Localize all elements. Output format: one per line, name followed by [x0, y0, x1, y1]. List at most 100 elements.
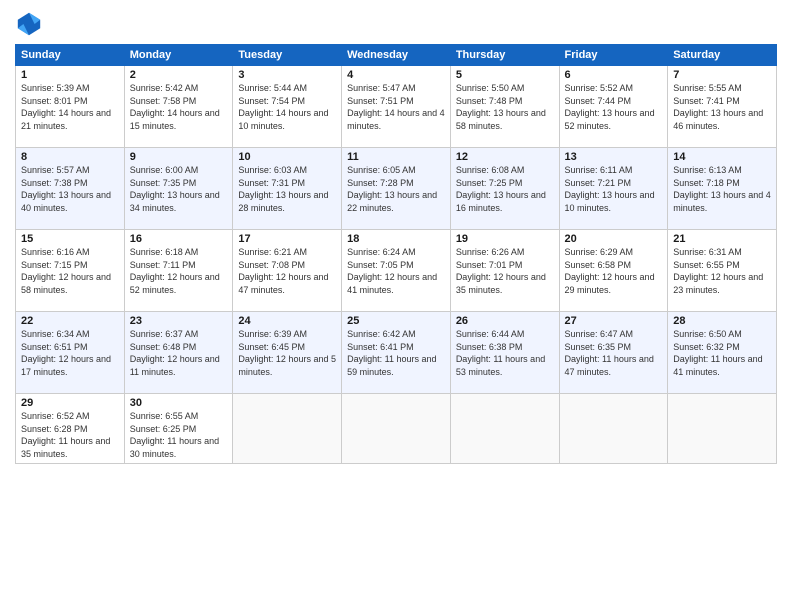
- day-info: Sunset: 7:01 PM: [456, 259, 554, 272]
- day-info: Sunset: 6:35 PM: [565, 341, 663, 354]
- table-cell: 30Sunrise: 6:55 AMSunset: 6:25 PMDayligh…: [124, 394, 233, 464]
- table-cell: 21Sunrise: 6:31 AMSunset: 6:55 PMDayligh…: [668, 230, 777, 312]
- day-info: Sunset: 7:15 PM: [21, 259, 119, 272]
- day-info: Daylight: 14 hours and 10 minutes.: [238, 107, 336, 132]
- day-info: Sunrise: 6:05 AM: [347, 164, 445, 177]
- day-info: Daylight: 12 hours and 35 minutes.: [456, 271, 554, 296]
- day-number: 1: [21, 69, 119, 81]
- day-number: 14: [673, 151, 771, 163]
- day-info: Sunset: 7:44 PM: [565, 95, 663, 108]
- day-info: Sunrise: 5:39 AM: [21, 82, 119, 95]
- day-info: Sunrise: 6:29 AM: [565, 246, 663, 259]
- day-info: Sunset: 7:05 PM: [347, 259, 445, 272]
- day-number: 6: [565, 69, 663, 81]
- day-info: Sunset: 7:21 PM: [565, 177, 663, 190]
- day-info: Daylight: 11 hours and 47 minutes.: [565, 353, 663, 378]
- table-cell: 17Sunrise: 6:21 AMSunset: 7:08 PMDayligh…: [233, 230, 342, 312]
- day-info: Daylight: 11 hours and 53 minutes.: [456, 353, 554, 378]
- table-cell: 28Sunrise: 6:50 AMSunset: 6:32 PMDayligh…: [668, 312, 777, 394]
- day-info: Sunset: 7:28 PM: [347, 177, 445, 190]
- day-number: 28: [673, 315, 771, 327]
- table-cell: 4Sunrise: 5:47 AMSunset: 7:51 PMDaylight…: [342, 66, 451, 148]
- table-cell: 6Sunrise: 5:52 AMSunset: 7:44 PMDaylight…: [559, 66, 668, 148]
- day-info: Sunrise: 6:42 AM: [347, 328, 445, 341]
- day-info: Daylight: 14 hours and 21 minutes.: [21, 107, 119, 132]
- day-number: 23: [130, 315, 228, 327]
- logo: [15, 10, 47, 38]
- table-cell: 26Sunrise: 6:44 AMSunset: 6:38 PMDayligh…: [450, 312, 559, 394]
- table-cell: 19Sunrise: 6:26 AMSunset: 7:01 PMDayligh…: [450, 230, 559, 312]
- header-row: Sunday Monday Tuesday Wednesday Thursday…: [16, 45, 777, 66]
- table-cell: [668, 394, 777, 464]
- day-number: 17: [238, 233, 336, 245]
- day-info: Sunset: 7:51 PM: [347, 95, 445, 108]
- day-info: Daylight: 13 hours and 16 minutes.: [456, 189, 554, 214]
- day-info: Sunset: 7:08 PM: [238, 259, 336, 272]
- table-cell: 29Sunrise: 6:52 AMSunset: 6:28 PMDayligh…: [16, 394, 125, 464]
- day-number: 15: [21, 233, 119, 245]
- day-info: Daylight: 11 hours and 41 minutes.: [673, 353, 771, 378]
- day-info: Daylight: 13 hours and 4 minutes.: [673, 189, 771, 214]
- day-info: Daylight: 12 hours and 41 minutes.: [347, 271, 445, 296]
- day-info: Daylight: 13 hours and 28 minutes.: [238, 189, 336, 214]
- table-cell: 23Sunrise: 6:37 AMSunset: 6:48 PMDayligh…: [124, 312, 233, 394]
- day-info: Sunset: 7:58 PM: [130, 95, 228, 108]
- day-info: Sunrise: 6:00 AM: [130, 164, 228, 177]
- day-info: Sunrise: 6:55 AM: [130, 410, 228, 423]
- day-info: Sunset: 7:35 PM: [130, 177, 228, 190]
- day-number: 29: [21, 397, 119, 409]
- day-number: 12: [456, 151, 554, 163]
- day-info: Sunrise: 6:08 AM: [456, 164, 554, 177]
- day-info: Daylight: 11 hours and 59 minutes.: [347, 353, 445, 378]
- day-number: 3: [238, 69, 336, 81]
- day-info: Sunset: 7:11 PM: [130, 259, 228, 272]
- day-info: Sunrise: 6:44 AM: [456, 328, 554, 341]
- day-number: 11: [347, 151, 445, 163]
- day-info: Sunset: 8:01 PM: [21, 95, 119, 108]
- day-info: Daylight: 14 hours and 15 minutes.: [130, 107, 228, 132]
- day-info: Sunset: 6:48 PM: [130, 341, 228, 354]
- day-info: Sunrise: 5:57 AM: [21, 164, 119, 177]
- calendar-table: Sunday Monday Tuesday Wednesday Thursday…: [15, 44, 777, 464]
- day-info: Daylight: 11 hours and 30 minutes.: [130, 435, 228, 460]
- day-number: 24: [238, 315, 336, 327]
- day-info: Sunset: 7:54 PM: [238, 95, 336, 108]
- day-info: Sunset: 7:41 PM: [673, 95, 771, 108]
- day-info: Sunrise: 5:44 AM: [238, 82, 336, 95]
- table-cell: 22Sunrise: 6:34 AMSunset: 6:51 PMDayligh…: [16, 312, 125, 394]
- col-saturday: Saturday: [668, 45, 777, 66]
- col-tuesday: Tuesday: [233, 45, 342, 66]
- day-info: Sunrise: 5:52 AM: [565, 82, 663, 95]
- calendar-body: 1Sunrise: 5:39 AMSunset: 8:01 PMDaylight…: [16, 66, 777, 464]
- table-cell: [342, 394, 451, 464]
- day-info: Sunset: 7:18 PM: [673, 177, 771, 190]
- table-cell: 2Sunrise: 5:42 AMSunset: 7:58 PMDaylight…: [124, 66, 233, 148]
- table-cell: 8Sunrise: 5:57 AMSunset: 7:38 PMDaylight…: [16, 148, 125, 230]
- day-info: Daylight: 13 hours and 58 minutes.: [456, 107, 554, 132]
- day-info: Sunset: 6:32 PM: [673, 341, 771, 354]
- page: Sunday Monday Tuesday Wednesday Thursday…: [0, 0, 792, 612]
- table-cell: [233, 394, 342, 464]
- col-monday: Monday: [124, 45, 233, 66]
- table-cell: 13Sunrise: 6:11 AMSunset: 7:21 PMDayligh…: [559, 148, 668, 230]
- day-info: Sunset: 7:25 PM: [456, 177, 554, 190]
- day-number: 16: [130, 233, 228, 245]
- day-number: 4: [347, 69, 445, 81]
- day-number: 22: [21, 315, 119, 327]
- day-info: Sunrise: 6:11 AM: [565, 164, 663, 177]
- table-cell: 14Sunrise: 6:13 AMSunset: 7:18 PMDayligh…: [668, 148, 777, 230]
- table-cell: 20Sunrise: 6:29 AMSunset: 6:58 PMDayligh…: [559, 230, 668, 312]
- day-info: Sunset: 6:55 PM: [673, 259, 771, 272]
- day-info: Daylight: 13 hours and 22 minutes.: [347, 189, 445, 214]
- day-info: Daylight: 13 hours and 46 minutes.: [673, 107, 771, 132]
- day-number: 18: [347, 233, 445, 245]
- day-info: Sunrise: 6:21 AM: [238, 246, 336, 259]
- day-number: 20: [565, 233, 663, 245]
- day-number: 21: [673, 233, 771, 245]
- day-info: Daylight: 12 hours and 23 minutes.: [673, 271, 771, 296]
- table-cell: 5Sunrise: 5:50 AMSunset: 7:48 PMDaylight…: [450, 66, 559, 148]
- col-friday: Friday: [559, 45, 668, 66]
- day-info: Sunrise: 6:50 AM: [673, 328, 771, 341]
- day-info: Sunset: 6:25 PM: [130, 423, 228, 436]
- day-info: Sunset: 6:41 PM: [347, 341, 445, 354]
